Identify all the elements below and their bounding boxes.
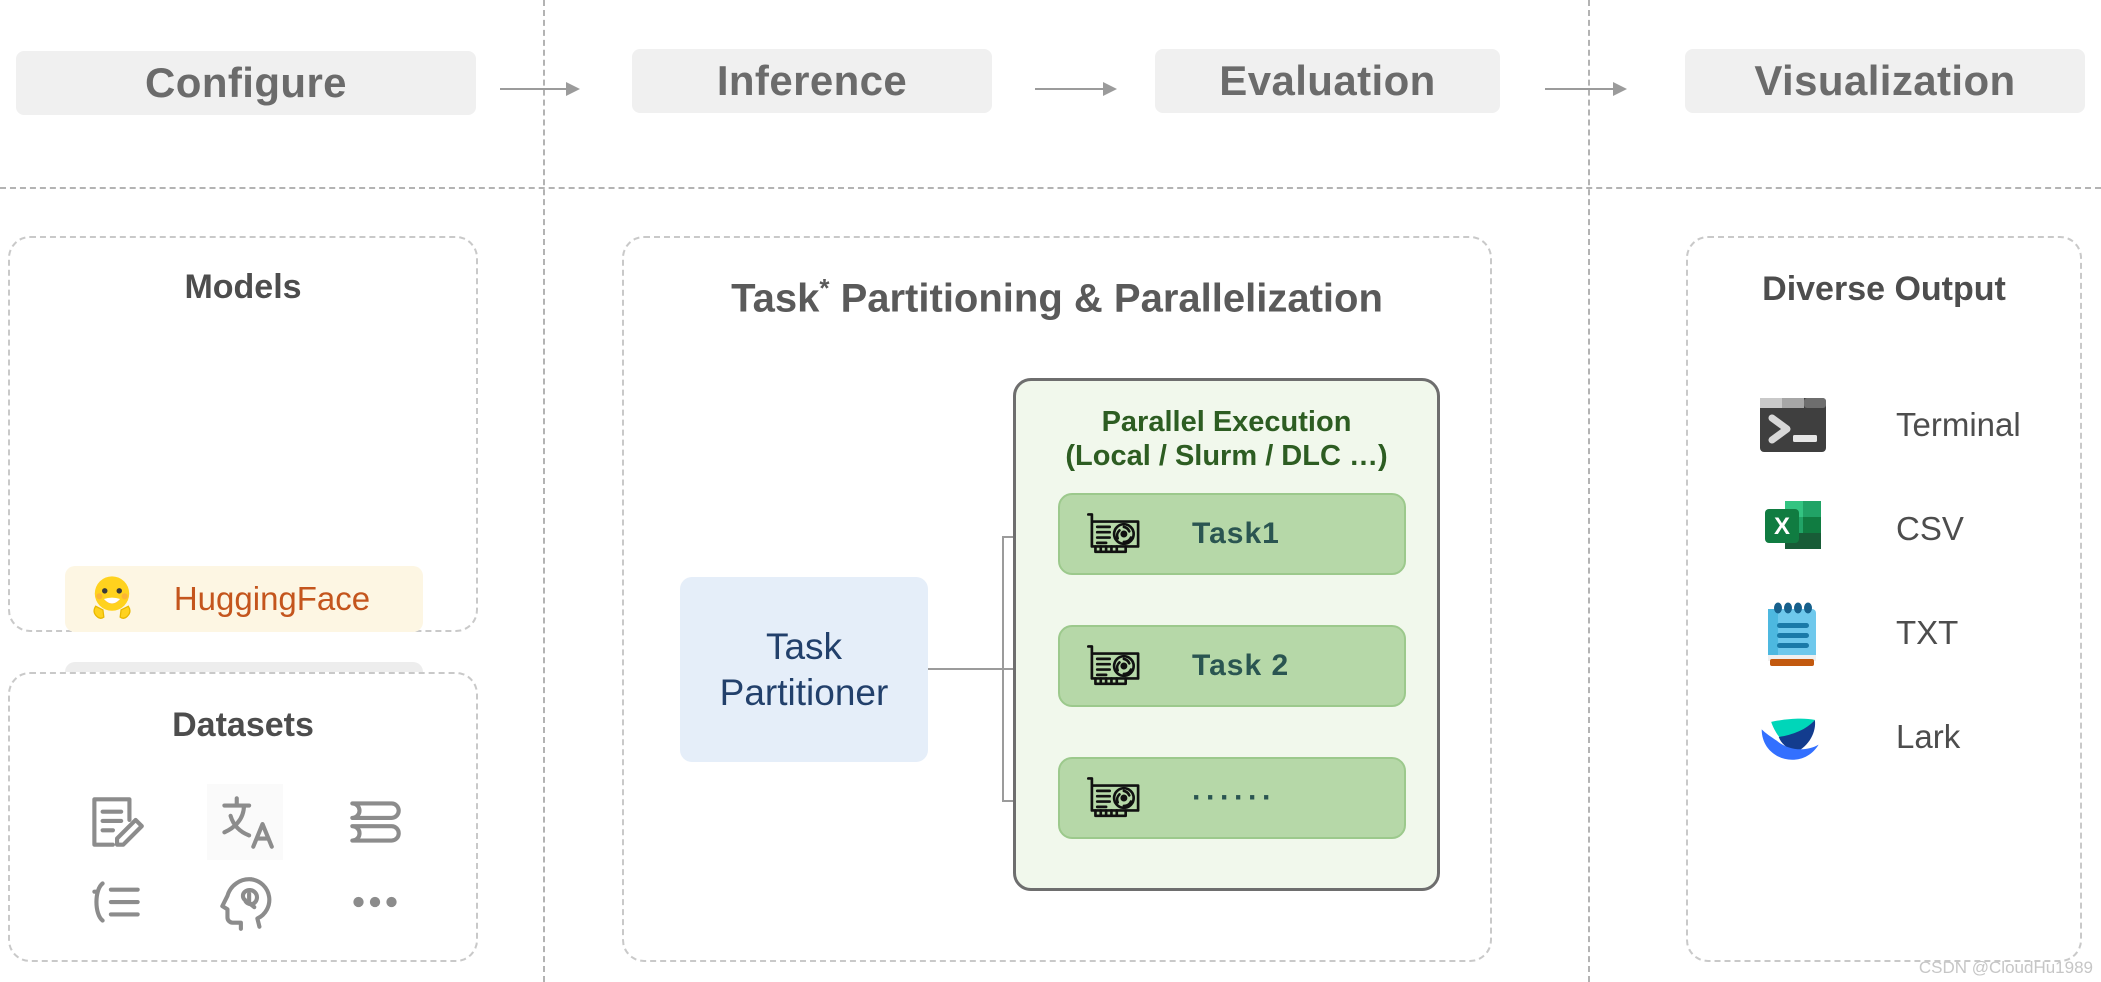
task-box-3[interactable]: ······ bbox=[1058, 757, 1406, 839]
output-panel-title: Diverse Output bbox=[1762, 270, 2006, 308]
svg-text:X: X bbox=[1774, 513, 1790, 540]
diagram-root: Configure Inference Evaluation Visualiza… bbox=[0, 0, 2101, 982]
gpu-card-icon bbox=[1082, 640, 1148, 692]
lark-icon bbox=[1756, 700, 1830, 774]
arrow-configure-to-inference bbox=[500, 82, 580, 96]
divider-vertical-left bbox=[543, 0, 545, 982]
parallel-execution-title-line2: (Local / Slurm / DLC …) bbox=[1065, 440, 1388, 473]
center-title-rest: Partitioning & Parallelization bbox=[829, 276, 1383, 321]
datasets-panel: Datasets bbox=[8, 672, 478, 962]
watermark: CSDN @CloudHu1989 bbox=[1918, 958, 2093, 977]
stage-inference-label: Inference bbox=[716, 57, 908, 104]
parallel-execution-title: Parallel Execution (Local / Slurm / DLC … bbox=[1016, 405, 1437, 473]
center-panel-title: Task* Partitioning & Parallelization bbox=[624, 273, 1490, 321]
arrow-evaluation-to-visualization bbox=[1545, 82, 1627, 96]
output-panel: Diverse Output Terminal X CSV TXT Lark bbox=[1686, 236, 2082, 962]
gpu-card-icon bbox=[1082, 772, 1148, 824]
ellipsis-icon[interactable] bbox=[337, 864, 413, 940]
model-label-huggingface: HuggingFace bbox=[173, 580, 371, 617]
list-bracket-icon[interactable] bbox=[77, 864, 153, 940]
translate-icon[interactable] bbox=[207, 784, 283, 860]
task-box-2[interactable]: Task 2 bbox=[1058, 625, 1406, 707]
terminal-icon bbox=[1756, 388, 1830, 462]
datasets-icon-grid bbox=[50, 782, 440, 942]
output-row-lark[interactable]: Lark bbox=[1756, 696, 2066, 778]
model-row-huggingface[interactable]: HuggingFace bbox=[65, 566, 423, 632]
task-label-3: ······ bbox=[1192, 781, 1276, 814]
parallel-execution-box: Parallel Execution (Local / Slurm / DLC … bbox=[1013, 378, 1440, 891]
book-icon[interactable] bbox=[337, 784, 413, 860]
document-edit-icon[interactable] bbox=[77, 784, 153, 860]
task-box-1[interactable]: Task1 bbox=[1058, 493, 1406, 575]
output-row-csv[interactable]: X CSV bbox=[1756, 488, 2066, 570]
stage-inference[interactable]: Inference bbox=[632, 49, 992, 113]
gpu-card-icon bbox=[1082, 508, 1148, 560]
excel-icon: X bbox=[1756, 492, 1830, 566]
parallel-execution-title-line1: Parallel Execution bbox=[1101, 406, 1352, 438]
output-label-terminal: Terminal bbox=[1896, 406, 2021, 443]
datasets-panel-title: Datasets bbox=[172, 706, 314, 744]
task-partitioner-line2: Partitioner bbox=[719, 671, 889, 713]
connector-trunk-horizontal bbox=[928, 668, 1004, 670]
task-partitioner-box[interactable]: Task Partitioner bbox=[680, 577, 928, 762]
output-row-terminal[interactable]: Terminal bbox=[1756, 384, 2066, 466]
task-label-2: Task 2 bbox=[1192, 649, 1290, 682]
stage-configure-label: Configure bbox=[145, 59, 347, 106]
output-label-txt: TXT bbox=[1896, 614, 1959, 651]
output-label-csv: CSV bbox=[1896, 510, 1964, 547]
center-title-superscript: * bbox=[819, 273, 830, 303]
task-partitioner-line1: Task bbox=[765, 626, 843, 668]
output-row-txt[interactable]: TXT bbox=[1756, 592, 2066, 674]
notepad-icon bbox=[1756, 596, 1830, 670]
divider-vertical-right bbox=[1588, 0, 1590, 982]
center-title-main: Task bbox=[731, 276, 820, 321]
arrow-inference-to-evaluation bbox=[1035, 82, 1117, 96]
head-brain-icon[interactable] bbox=[207, 864, 283, 940]
models-panel: Models HuggingFace bbox=[8, 236, 478, 824]
models-panel-title: Models bbox=[184, 268, 302, 306]
task-label-1: Task1 bbox=[1192, 517, 1280, 550]
output-label-lark: Lark bbox=[1896, 718, 1961, 755]
stage-configure[interactable]: Configure bbox=[16, 51, 476, 115]
stage-evaluation-label: Evaluation bbox=[1219, 57, 1436, 104]
hugging-face-icon bbox=[81, 568, 143, 630]
task-partitioner-text: Task Partitioner bbox=[720, 624, 889, 714]
stage-visualization-label: Visualization bbox=[1754, 57, 2016, 104]
divider-horizontal bbox=[0, 187, 2101, 189]
stage-visualization[interactable]: Visualization bbox=[1685, 49, 2085, 113]
stage-evaluation[interactable]: Evaluation bbox=[1155, 49, 1500, 113]
